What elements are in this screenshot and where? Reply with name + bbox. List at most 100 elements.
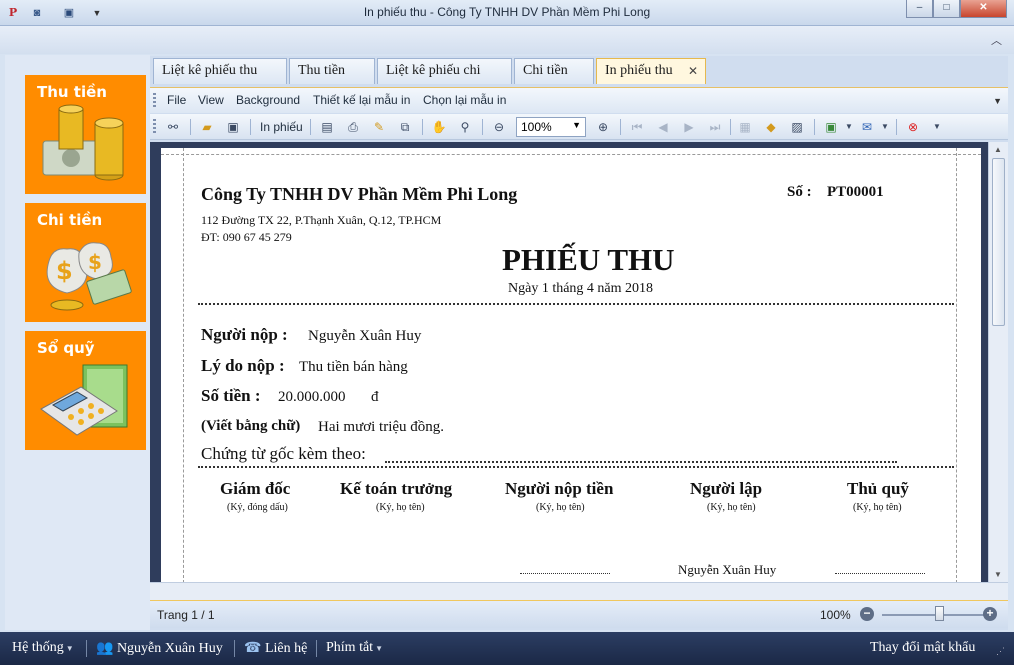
- phone-icon: ☎: [244, 641, 262, 656]
- tab-label: Liệt kê phiếu thu: [162, 63, 258, 78]
- gold-coins-cash-icon: [42, 104, 124, 181]
- scroll-down-icon[interactable]: ▼: [994, 570, 1002, 579]
- separator: [234, 640, 235, 657]
- signature-cashier-title: Thủ quỹ: [847, 479, 909, 498]
- change-password-button[interactable]: Thay đổi mật khẩu: [870, 640, 975, 656]
- signature-chief-accountant-title: Kế toán trưởng: [340, 479, 453, 498]
- binoculars-icon[interactable]: ⚯: [164, 118, 182, 136]
- payer-label: Người nộp :: [201, 325, 288, 344]
- contact-button[interactable]: ☎ Liên hệ: [244, 640, 307, 657]
- menu-file[interactable]: File: [167, 93, 186, 107]
- scroll-up-icon[interactable]: ▲: [994, 145, 1002, 154]
- company-phone: ĐT: 090 67 45 279: [201, 230, 292, 244]
- left-nav-panel: Thu tiền Chi tiền $ $ Sổ quỹ: [5, 55, 150, 630]
- scrollbar-thumb[interactable]: [992, 158, 1005, 326]
- nav-tile-label: Sổ quỹ: [37, 339, 95, 357]
- tab-in-phieu-thu[interactable]: In phiếu thu ✕: [596, 58, 706, 84]
- tab-liet-ke-phieu-chi[interactable]: Liệt kê phiếu chi: [377, 58, 512, 84]
- nav-tile-label: Chi tiền: [37, 211, 103, 229]
- close-button[interactable]: ✕: [960, 0, 1007, 18]
- tab-label: Chi tiền: [523, 63, 568, 78]
- watermark-icon[interactable]: ✎: [370, 118, 388, 136]
- export-icon[interactable]: ▣: [822, 118, 840, 136]
- minimize-button[interactable]: –: [906, 0, 933, 18]
- system-menu-label: Hệ thống: [12, 640, 64, 655]
- last-page-icon[interactable]: ⏭: [706, 118, 724, 136]
- menu-chon-lai-mau-in[interactable]: Chọn lại mẫu in: [423, 93, 506, 107]
- nav-tile-so-quy[interactable]: Sổ quỹ: [25, 331, 146, 450]
- magnifier-icon[interactable]: ⚲: [456, 118, 474, 136]
- receipt-number-value: PT00001: [827, 184, 884, 200]
- quick-print-icon[interactable]: ⎙: [344, 118, 362, 136]
- page-indicator: Trang 1 / 1: [157, 608, 215, 622]
- tab-label: Thu tiền: [298, 63, 346, 78]
- page-margin-guide: [161, 154, 981, 155]
- toolbar-separator: [250, 119, 251, 135]
- resize-grip-icon[interactable]: ⋰: [996, 646, 1005, 657]
- tab-liet-ke-phieu-thu[interactable]: Liệt kê phiếu thu: [153, 58, 287, 84]
- zoom-select[interactable]: 100% ▼: [516, 117, 586, 137]
- first-page-icon[interactable]: ⏮: [628, 118, 646, 136]
- receipt-date: Ngày 1 tháng 4 năm 2018: [508, 281, 654, 296]
- signature-cashier-note: (Ký, họ tên): [853, 502, 902, 513]
- toolbar-grip[interactable]: [153, 119, 156, 135]
- currency-symbol: đ: [371, 389, 379, 405]
- hand-tool-icon[interactable]: ✋: [430, 118, 448, 136]
- page-color-icon[interactable]: ◆: [762, 118, 780, 136]
- main-area: Liệt kê phiếu thu Thu tiền Liệt kê phiếu…: [150, 56, 1008, 630]
- zoom-in-button[interactable]: +: [983, 607, 997, 621]
- current-user[interactable]: 👥 Nguyễn Xuân Huy: [96, 640, 223, 657]
- current-user-label: Nguyễn Xuân Huy: [116, 641, 223, 656]
- system-menu[interactable]: Hệ thống ▼: [12, 640, 74, 656]
- scale-icon[interactable]: ⧉: [396, 118, 414, 136]
- nav-tile-thu-tien[interactable]: Thu tiền: [25, 75, 146, 194]
- menu-view[interactable]: View: [198, 93, 224, 107]
- menu-thiet-ke-lai-mau-in[interactable]: Thiết kế lại mẫu in: [313, 93, 410, 107]
- zoom-out-button[interactable]: −: [860, 607, 874, 621]
- signature-preparer-title: Người lập: [690, 479, 763, 498]
- menu-background[interactable]: Background: [236, 93, 300, 107]
- menu-grip[interactable]: [153, 93, 156, 109]
- menu-bar: File View Background Thiết kế lại mẫu in…: [150, 87, 1008, 113]
- amount-label: Số tiền :: [201, 386, 261, 405]
- receipt-title: PHIẾU THU: [502, 242, 675, 277]
- email-icon[interactable]: ✉: [858, 118, 876, 136]
- next-page-icon[interactable]: ▶: [680, 118, 698, 136]
- zoom-percent: 100%: [820, 608, 851, 622]
- nav-tile-chi-tien[interactable]: Chi tiền $ $: [25, 203, 146, 322]
- toolbar-separator: [422, 119, 423, 135]
- close-preview-icon[interactable]: ⊗: [904, 118, 922, 136]
- maximize-button[interactable]: □: [933, 0, 960, 18]
- export-dropdown-icon[interactable]: ▼: [840, 118, 858, 136]
- previous-page-icon[interactable]: ◀: [654, 118, 672, 136]
- open-folder-icon[interactable]: ▰: [198, 118, 216, 136]
- shortcuts-label: Phím tắt: [326, 640, 374, 655]
- watermark-page-icon[interactable]: ▨: [788, 118, 806, 136]
- collapse-ribbon-icon[interactable]: ︿: [991, 32, 1002, 48]
- preparer-name: Nguyễn Xuân Huy: [678, 562, 777, 577]
- toolbar-overflow-icon[interactable]: ▼: [928, 118, 946, 136]
- tab-thu-tien[interactable]: Thu tiền: [289, 58, 375, 84]
- email-dropdown-icon[interactable]: ▼: [876, 118, 894, 136]
- menu-overflow-icon[interactable]: ▼: [993, 96, 1002, 106]
- signature-line-payer: [520, 573, 610, 574]
- tab-strip: Liệt kê phiếu thu Thu tiền Liệt kê phiếu…: [150, 58, 1008, 84]
- save-icon[interactable]: ▣: [224, 118, 242, 136]
- chevron-down-icon: ▼: [65, 644, 74, 653]
- page-setup-icon[interactable]: ▤: [318, 118, 336, 136]
- zoom-in-icon[interactable]: ⊕: [594, 118, 612, 136]
- zoom-slider-thumb[interactable]: [934, 606, 944, 621]
- multi-page-icon[interactable]: ▦: [736, 118, 754, 136]
- page-margin-guide: [183, 148, 184, 582]
- reason-value: Thu tiền bán hàng: [299, 359, 408, 375]
- vertical-scrollbar[interactable]: ▲ ▼: [988, 142, 1008, 582]
- zoom-out-icon[interactable]: ⊖: [490, 118, 508, 136]
- shortcuts-menu[interactable]: Phím tắt ▼: [326, 640, 383, 656]
- document-viewer[interactable]: Công Ty TNHH DV Phần Mềm Phi Long 112 Đư…: [150, 142, 988, 582]
- separator: [86, 640, 87, 657]
- print-receipt-button[interactable]: In phiếu: [260, 120, 303, 134]
- signature-director-note: (Ký, đóng dấu): [227, 502, 288, 513]
- svg-text:$: $: [56, 257, 73, 285]
- tab-chi-tien[interactable]: Chi tiền: [514, 58, 594, 84]
- close-tab-icon[interactable]: ✕: [688, 64, 698, 79]
